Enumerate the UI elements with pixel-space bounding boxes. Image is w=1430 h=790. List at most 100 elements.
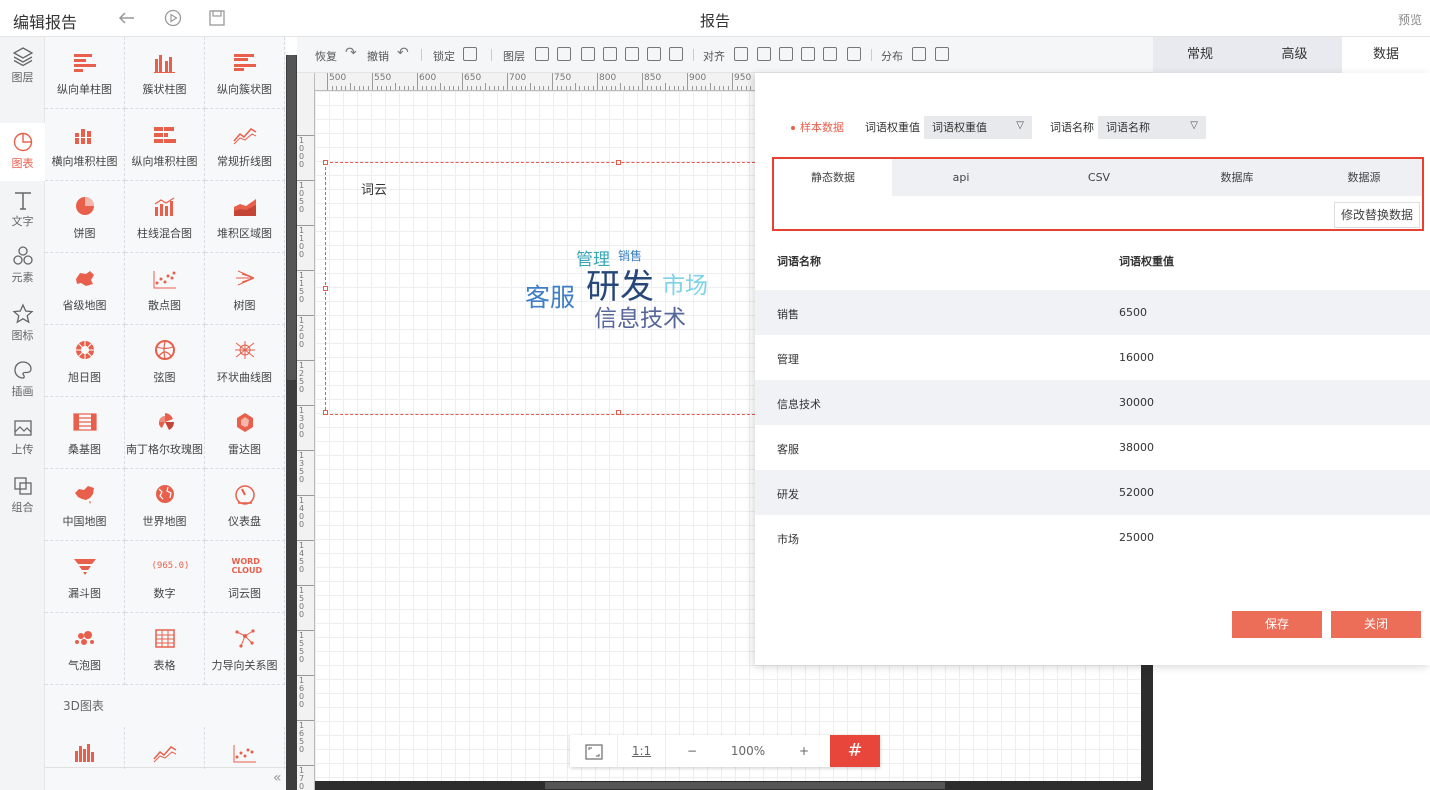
align-top-icon[interactable] [801,47,815,61]
chart-type-gauge[interactable]: 仪表盘 [205,469,285,541]
redo-button[interactable]: 恢复 [315,48,337,64]
chart-type-scatter[interactable]: 散点图 [125,253,205,325]
rail-item-group[interactable]: 组合 [0,467,45,525]
chart-type-bar-line[interactable]: 柱线混合图 [125,181,205,253]
rail-item-upload[interactable]: 上传 [0,409,45,467]
weight-select[interactable]: 词语权重值 ▽ [924,116,1032,139]
tab-csv[interactable]: CSV [1030,159,1168,196]
chart-type-tree[interactable]: 树图 [205,253,285,325]
layer-middle-icon[interactable] [625,47,639,61]
align-right-icon[interactable] [779,47,793,61]
rail-item-icons[interactable]: 图标 [0,295,45,353]
chart-type-chord[interactable]: 弦图 [125,325,205,397]
cell-word-name[interactable]: 销售 [777,306,799,322]
cell-word-weight[interactable]: 38000 [1119,441,1154,454]
layer-bottom-icon[interactable] [603,47,617,61]
rail-item-layers[interactable]: 图层 [0,37,45,95]
chart-type-hbar[interactable]: 纵向单柱图 [45,37,125,109]
close-button[interactable]: 关闭 [1331,611,1421,638]
align-button[interactable]: 对齐 [703,48,725,64]
align-middle-icon[interactable] [823,47,837,61]
delete-icon[interactable] [647,47,661,61]
lock-icon[interactable] [463,47,477,61]
chart-type-cluster-bar[interactable]: 簇状柱图 [125,37,205,109]
layer-top-icon[interactable] [557,47,571,61]
chart-type-pie[interactable]: 饼图 [45,181,125,253]
resize-handle[interactable] [323,410,328,415]
chart-type-line3d[interactable] [125,727,205,769]
redo-icon[interactable]: ↷ [345,45,357,61]
layer-up-icon[interactable] [535,47,549,61]
chart-type-ring-curve[interactable]: 环状曲线图 [205,325,285,397]
align-center-icon[interactable] [757,47,771,61]
name-select[interactable]: 词语名称 ▽ [1098,116,1206,139]
table-row[interactable]: 市场 25000 [755,515,1430,560]
tab-general[interactable]: 常规 [1153,37,1247,73]
chart-type-bubble[interactable]: 气泡图 [45,613,125,685]
chart-type-rose[interactable]: 南丁格尔玫瑰图 [125,397,205,469]
lock-button[interactable]: 锁定 [433,48,455,64]
layer-down-icon[interactable] [581,47,595,61]
rail-item-illustration[interactable]: 插画 [0,351,45,409]
table-row[interactable]: 销售 6500 [755,290,1430,335]
chart-type-stacked-bar[interactable]: 横向堆积柱图 [45,109,125,181]
tab-static-data[interactable]: 静态数据 [774,159,892,196]
wordcloud-widget[interactable]: 词云 管理 销售 客服 研发 市场 信息技术 [323,160,765,415]
tab-datasource[interactable]: 数据源 [1306,159,1422,196]
table-row[interactable]: 信息技术 30000 [755,380,1430,425]
cell-word-weight[interactable]: 30000 [1119,396,1154,409]
resize-handle[interactable] [323,286,328,291]
chart-type-funnel[interactable]: 漏斗图 [45,541,125,613]
save-button[interactable]: 保存 [1232,611,1322,638]
tab-api[interactable]: api [892,159,1030,196]
chart-type-china-map[interactable]: 中国地图 [45,469,125,541]
chart-type-bar3d[interactable] [45,727,125,769]
zoom-in-button[interactable]: + [778,735,830,767]
align-bottom-icon[interactable] [847,47,861,61]
canvas-scrollbar-thumb[interactable] [545,782,945,789]
preview-button[interactable]: 预览 [1398,11,1422,28]
copy-icon[interactable] [669,47,683,61]
table-row[interactable]: 客服 38000 [755,425,1430,470]
rail-item-charts[interactable]: 图表 [0,123,45,181]
collapse-panel-icon[interactable]: « [273,770,282,786]
distribute-vertical-icon[interactable] [935,47,949,61]
align-left-icon[interactable] [734,47,748,61]
chart-type-globe[interactable]: 世界地图 [125,469,205,541]
save-icon[interactable] [208,9,226,27]
rail-item-text[interactable]: 文字 [0,181,45,239]
chart-type-line-chart[interactable]: 常规折线图 [205,109,285,181]
chart-type-table[interactable]: 表格 [125,613,205,685]
chart-type-sankey[interactable]: 桑基图 [45,397,125,469]
cell-word-name[interactable]: 管理 [777,351,799,367]
chart-type-sunburst[interactable]: 旭日图 [45,325,125,397]
cell-word-weight[interactable]: 6500 [1119,306,1147,319]
cell-word-weight[interactable]: 16000 [1119,351,1154,364]
chart-type-province-map[interactable]: 省级地图 [45,253,125,325]
tab-advanced[interactable]: 高级 [1247,37,1342,73]
play-icon[interactable] [164,9,182,27]
chart-type-wordcloud[interactable]: WORD CLOUD 词云图 [205,541,285,613]
chart-type-radar[interactable]: 雷达图 [205,397,285,469]
rail-item-elements[interactable]: 元素 [0,237,45,295]
layer-button[interactable]: 图层 [503,48,525,64]
tab-database[interactable]: 数据库 [1168,159,1306,196]
table-row[interactable]: 管理 16000 [755,335,1430,380]
fit-screen-button[interactable] [570,735,618,767]
undo-icon[interactable]: ↶ [397,45,409,61]
cell-word-weight[interactable]: 52000 [1119,486,1154,499]
resize-handle[interactable] [323,160,328,165]
cell-word-weight[interactable]: 25000 [1119,531,1154,544]
cell-word-name[interactable]: 客服 [777,441,799,457]
table-row[interactable]: 研发 52000 [755,470,1430,515]
distribute-horizontal-icon[interactable] [912,47,926,61]
undo-button[interactable]: 撤销 [367,48,389,64]
tab-data[interactable]: 数据 [1342,37,1430,73]
chart-type-area[interactable]: 堆积区域图 [205,181,285,253]
resize-handle[interactable] [616,160,621,165]
undo-icon[interactable] [118,9,136,27]
distribute-button[interactable]: 分布 [881,48,903,64]
zoom-out-button[interactable]: − [666,735,718,767]
grid-toggle-button[interactable]: # [830,735,880,767]
replace-data-button[interactable]: 修改替换数据 [1333,202,1420,228]
